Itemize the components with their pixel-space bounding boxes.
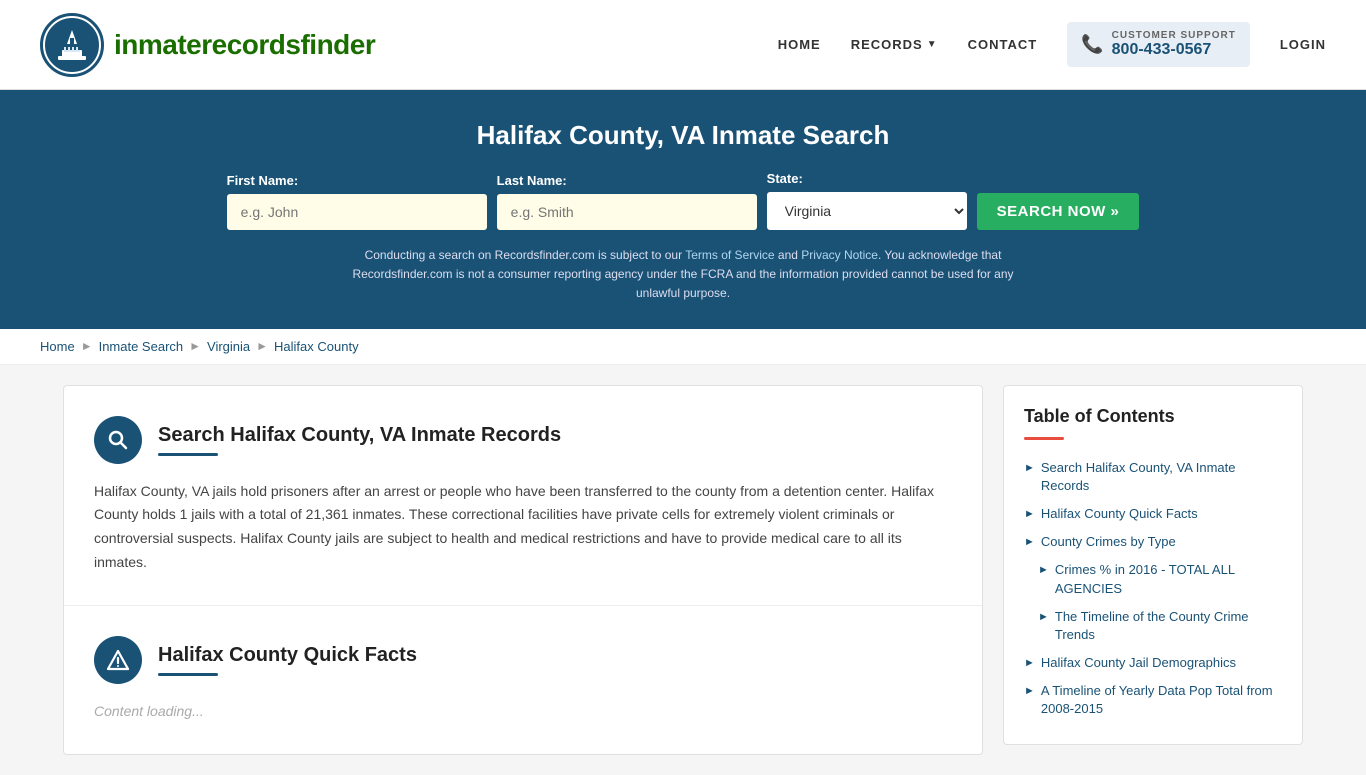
section2-body: Content loading... <box>94 700 952 724</box>
toc-item[interactable]: ►Halifax County Quick Facts <box>1024 500 1282 528</box>
toc-chevron-icon: ► <box>1038 610 1049 625</box>
toc-list: ►Search Halifax County, VA Inmate Record… <box>1024 454 1282 724</box>
toc-title: Table of Contents <box>1024 406 1282 427</box>
breadcrumb-virginia[interactable]: Virginia <box>207 339 250 354</box>
hero-title: Halifax County, VA Inmate Search <box>40 120 1326 151</box>
section1-underline <box>158 453 218 456</box>
state-select[interactable]: Virginia Alabama Alaska All States <box>767 192 967 230</box>
main-nav: HOME RECORDS ▼ CONTACT 📞 CUSTOMER SUPPOR… <box>778 22 1326 67</box>
toc-chevron-icon: ► <box>1024 535 1035 550</box>
last-name-input[interactable] <box>497 194 757 230</box>
support-label: CUSTOMER SUPPORT <box>1112 30 1236 41</box>
breadcrumb-sep-3: ► <box>256 339 268 353</box>
search-circle-icon <box>94 416 142 464</box>
last-name-label: Last Name: <box>497 173 757 188</box>
toc-box: Table of Contents ►Search Halifax County… <box>1003 385 1303 745</box>
nav-contact[interactable]: CONTACT <box>968 37 1038 52</box>
main-container: Search Halifax County, VA Inmate Records… <box>33 385 1333 755</box>
toc-item[interactable]: ►A Timeline of Yearly Data Pop Total fro… <box>1024 677 1282 723</box>
privacy-link[interactable]: Privacy Notice <box>801 248 878 262</box>
toc-chevron-icon: ► <box>1024 684 1035 699</box>
first-name-group: First Name: <box>227 173 487 230</box>
site-header: inmaterecordsfinder HOME RECORDS ▼ CONTA… <box>0 0 1366 90</box>
section-quick-facts: Halifax County Quick Facts Content loadi… <box>64 606 982 754</box>
logo-area: inmaterecordsfinder <box>40 13 375 77</box>
tos-link[interactable]: Terms of Service <box>685 248 774 262</box>
first-name-input[interactable] <box>227 194 487 230</box>
search-form: First Name: Last Name: State: Virginia A… <box>40 171 1326 230</box>
first-name-label: First Name: <box>227 173 487 188</box>
toc-item[interactable]: ►Search Halifax County, VA Inmate Record… <box>1024 454 1282 500</box>
state-label: State: <box>767 171 967 186</box>
records-chevron-icon: ▼ <box>927 39 938 50</box>
section1-body: Halifax County, VA jails hold prisoners … <box>94 480 952 575</box>
customer-support-box: 📞 CUSTOMER SUPPORT 800-433-0567 <box>1067 22 1250 67</box>
breadcrumb: Home ► Inmate Search ► Virginia ► Halifa… <box>0 329 1366 365</box>
nav-records[interactable]: RECORDS ▼ <box>851 37 938 52</box>
alert-circle-icon <box>94 636 142 684</box>
logo-icon <box>40 13 104 77</box>
breadcrumb-home[interactable]: Home <box>40 339 75 354</box>
section1-header: Search Halifax County, VA Inmate Records <box>94 416 952 464</box>
toc-chevron-icon: ► <box>1024 656 1035 671</box>
section-inmate-records: Search Halifax County, VA Inmate Records… <box>64 386 982 606</box>
section2-header: Halifax County Quick Facts <box>94 636 952 684</box>
nav-home[interactable]: HOME <box>778 37 821 52</box>
toc-item[interactable]: ►County Crimes by Type <box>1024 528 1282 556</box>
disclaimer-text: Conducting a search on Recordsfinder.com… <box>333 246 1033 304</box>
toc-item[interactable]: ►The Timeline of the County Crime Trends <box>1024 603 1282 649</box>
logo-text: inmaterecordsfinder <box>114 29 375 61</box>
section1-title: Search Halifax County, VA Inmate Records <box>158 424 561 447</box>
search-button[interactable]: SEARCH NOW » <box>977 193 1140 230</box>
toc-chevron-icon: ► <box>1038 563 1049 578</box>
toc-chevron-icon: ► <box>1024 461 1035 476</box>
content-area: Search Halifax County, VA Inmate Records… <box>63 385 983 755</box>
toc-divider <box>1024 437 1064 440</box>
nav-login[interactable]: LOGIN <box>1280 37 1326 52</box>
sidebar: Table of Contents ►Search Halifax County… <box>1003 385 1303 745</box>
breadcrumb-sep-1: ► <box>81 339 93 353</box>
section2-underline <box>158 673 218 676</box>
breadcrumb-inmate-search[interactable]: Inmate Search <box>99 339 184 354</box>
breadcrumb-current: Halifax County <box>274 339 359 354</box>
headphone-icon: 📞 <box>1081 34 1103 55</box>
support-phone: 800-433-0567 <box>1112 41 1236 59</box>
state-group: State: Virginia Alabama Alaska All State… <box>767 171 967 230</box>
toc-item[interactable]: ►Crimes % in 2016 - TOTAL ALL AGENCIES <box>1024 556 1282 602</box>
hero-section: Halifax County, VA Inmate Search First N… <box>0 90 1366 329</box>
toc-chevron-icon: ► <box>1024 507 1035 522</box>
toc-item[interactable]: ►Halifax County Jail Demographics <box>1024 649 1282 677</box>
breadcrumb-sep-2: ► <box>189 339 201 353</box>
section2-title: Halifax County Quick Facts <box>158 644 417 667</box>
last-name-group: Last Name: <box>497 173 757 230</box>
